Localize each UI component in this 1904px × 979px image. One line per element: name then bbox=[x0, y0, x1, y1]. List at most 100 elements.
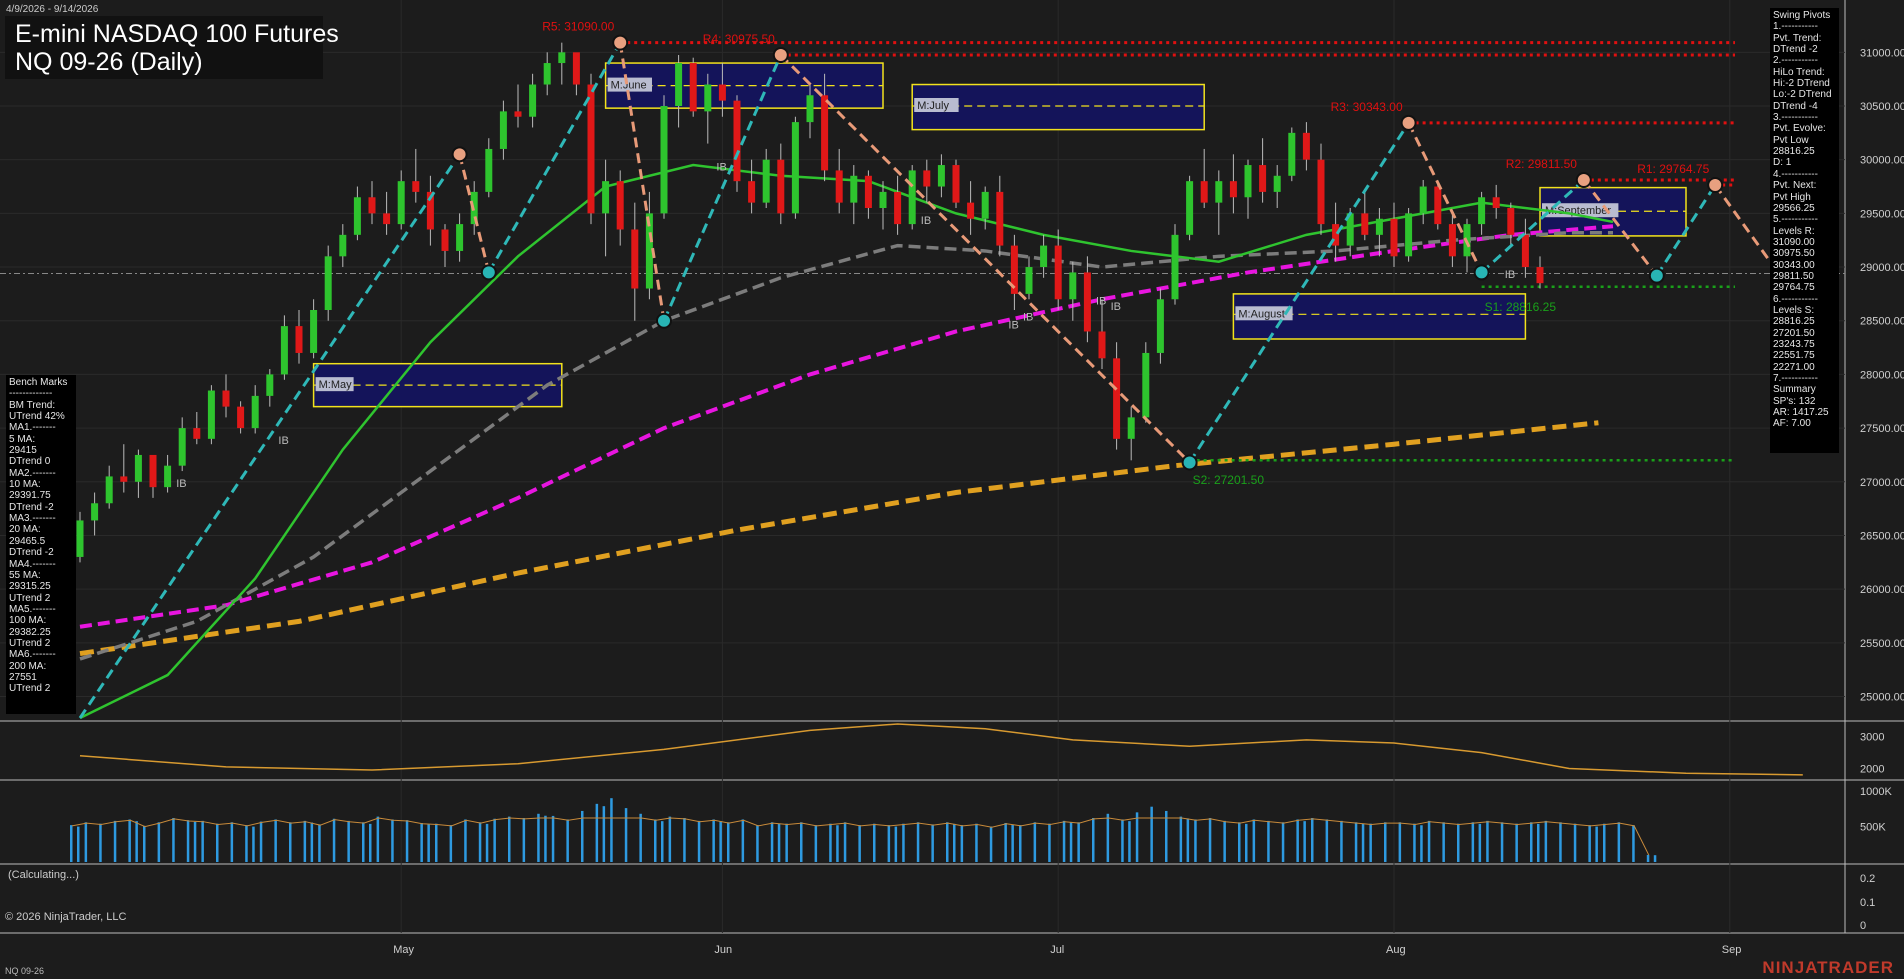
resistance-level-label: R3: 30343.00 bbox=[1331, 100, 1403, 114]
candle-body bbox=[1054, 245, 1062, 300]
volume-bar bbox=[157, 822, 161, 862]
date-range: 4/9/2026 - 9/14/2026 bbox=[6, 4, 99, 15]
volume-bar bbox=[931, 824, 934, 862]
volume-bar bbox=[902, 823, 905, 862]
panel-line: 23243.75 bbox=[1773, 338, 1815, 350]
x-tick-label: Sep bbox=[1722, 944, 1742, 956]
candle-body bbox=[412, 181, 420, 192]
volume-bar bbox=[1106, 813, 1110, 862]
panel-line: 3.----------- bbox=[1773, 112, 1818, 124]
candle-body bbox=[1186, 181, 1194, 235]
candle-body bbox=[1025, 267, 1033, 294]
volume-bar bbox=[1413, 823, 1416, 862]
panel-line: 5.----------- bbox=[1773, 214, 1818, 226]
ib-label: IB bbox=[1505, 269, 1515, 281]
volume-bar bbox=[777, 823, 781, 862]
monthly-box-label: M:May bbox=[319, 379, 353, 391]
candle-body bbox=[1390, 218, 1398, 257]
candle-body bbox=[850, 175, 858, 203]
range-line bbox=[79, 723, 1803, 776]
instrument-title: E-mini NASDAQ 100 Futures bbox=[15, 20, 339, 48]
panel-line: D: 1 bbox=[1773, 157, 1792, 169]
volume-bar bbox=[485, 823, 489, 862]
candle-body bbox=[1317, 159, 1325, 225]
candle-body bbox=[996, 191, 1004, 246]
ib-label: IB bbox=[1008, 319, 1018, 331]
panel-line: Pvt Low bbox=[1773, 134, 1809, 146]
panel-line: Lo:-2 DTrend bbox=[1773, 89, 1832, 101]
volume-bar bbox=[318, 824, 321, 862]
candle-body bbox=[441, 229, 449, 251]
volume-bar bbox=[836, 825, 839, 862]
resistance-level-label: R2: 29811.50 bbox=[1506, 157, 1577, 171]
panel-line: MA3.------- bbox=[9, 513, 56, 525]
swing-pivot-marker bbox=[772, 47, 789, 63]
ib-label: IB bbox=[176, 478, 186, 490]
volume-bar bbox=[785, 823, 788, 862]
panel-line: Pvt. Trend: bbox=[1773, 32, 1822, 44]
volume-bar bbox=[128, 819, 131, 862]
price-tick-label: 28000.00 bbox=[1860, 369, 1904, 381]
ib-label: IB bbox=[716, 161, 726, 173]
volume-bar bbox=[1544, 820, 1548, 862]
volume-bar bbox=[289, 822, 292, 862]
panel-line: Pvt. Next: bbox=[1773, 180, 1817, 192]
volume-bar bbox=[310, 822, 314, 862]
volume-bar bbox=[1208, 818, 1212, 862]
candle-body bbox=[791, 122, 799, 214]
candle-body bbox=[879, 191, 887, 208]
candle-body bbox=[675, 63, 683, 106]
volume-bar bbox=[201, 820, 204, 862]
candle-body bbox=[529, 84, 537, 117]
price-chart[interactable]: 25000.00 25500.00 26000.00 26500.00 27000.00… bbox=[0, 0, 1904, 979]
monthly-box-label: M:July bbox=[917, 100, 949, 112]
volume-bar bbox=[186, 820, 190, 862]
volume-bar bbox=[478, 822, 482, 862]
instrument-subtitle: NQ 09-26 (Daily) bbox=[15, 48, 203, 76]
volume-bar bbox=[369, 823, 372, 862]
volume-bar bbox=[1150, 806, 1153, 862]
volume-bar bbox=[829, 823, 832, 862]
volume-bar bbox=[668, 816, 672, 862]
candle-body bbox=[908, 170, 916, 225]
candle-body bbox=[353, 197, 361, 235]
volume-bar bbox=[1296, 819, 1299, 862]
volume-bar bbox=[135, 821, 138, 862]
ib-label: IB bbox=[1111, 301, 1121, 313]
panel-line: 7.----------- bbox=[1773, 373, 1818, 384]
volume-bar bbox=[719, 821, 722, 862]
volume-bar bbox=[1179, 816, 1183, 862]
volume-bar bbox=[245, 825, 248, 862]
candle-body bbox=[952, 165, 960, 203]
volume-bar bbox=[464, 819, 467, 862]
candle-body bbox=[149, 454, 157, 488]
volume-bar bbox=[1019, 825, 1022, 862]
volume-bar bbox=[1632, 825, 1635, 862]
support-level-label: S2: 27201.50 bbox=[1193, 473, 1265, 487]
panel-line: DTrend -2 bbox=[9, 547, 54, 559]
volume-bar bbox=[84, 822, 88, 862]
volume-bar bbox=[1478, 823, 1482, 862]
panel-line: 100 MA: bbox=[9, 615, 47, 627]
volume-bar bbox=[1653, 855, 1657, 862]
candle-body bbox=[1448, 224, 1456, 257]
candle-body bbox=[324, 256, 332, 310]
volume-bar bbox=[522, 818, 526, 862]
volume-bar bbox=[493, 818, 496, 862]
copyright: © 2026 NinjaTrader, LLC bbox=[5, 911, 127, 923]
panel-line: 29566.25 bbox=[1773, 202, 1815, 214]
candle-body bbox=[1419, 186, 1427, 214]
volume-bar bbox=[113, 820, 117, 862]
candle-body bbox=[631, 229, 639, 289]
swing-up-line bbox=[78, 153, 461, 719]
volume-bar bbox=[405, 820, 409, 862]
panel-line: Summary bbox=[1773, 384, 1816, 396]
candle-body bbox=[572, 52, 580, 85]
candle-body bbox=[937, 165, 945, 187]
volume-bar bbox=[639, 813, 642, 862]
volume-bar bbox=[1515, 823, 1518, 862]
volume-bar bbox=[1092, 818, 1095, 862]
volume-bar bbox=[624, 808, 628, 862]
volume-bar bbox=[1325, 819, 1329, 862]
volume-bar bbox=[193, 821, 197, 862]
